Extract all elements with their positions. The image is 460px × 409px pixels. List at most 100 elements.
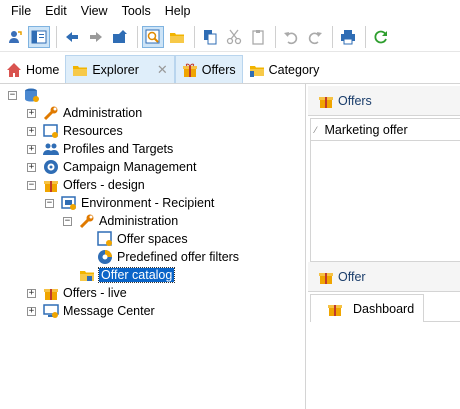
tree-item-sub-administration[interactable]: Administration xyxy=(79,212,178,230)
tree-item-administration[interactable]: Administration xyxy=(43,104,142,122)
arrow-left-icon xyxy=(66,31,78,42)
back-button[interactable] xyxy=(61,26,83,48)
tree-item-label: Offers - design xyxy=(63,178,145,192)
toolbar-separator xyxy=(275,25,276,48)
folder-icon xyxy=(170,32,184,43)
menu-file[interactable]: File xyxy=(4,0,38,22)
expand-toggle[interactable]: + xyxy=(27,289,36,298)
expand-toggle[interactable]: + xyxy=(27,145,36,154)
tree-item-label: Campaign Management xyxy=(63,160,197,174)
column-header-marketing-offer[interactable]: ⁄ Marketing offer xyxy=(311,119,460,141)
tree-item-label: Administration xyxy=(99,214,179,228)
redo-button[interactable] xyxy=(304,26,326,48)
tab-divider xyxy=(424,321,460,322)
tree-item-environment-recipient[interactable]: Environment - Recipient xyxy=(61,194,214,212)
gift-icon xyxy=(182,63,197,77)
open-folder-button[interactable] xyxy=(166,26,188,48)
tab-bar: Home Explorer ✕ Offers Category xyxy=(0,55,460,84)
collapse-toggle[interactable]: − xyxy=(45,199,54,208)
panel-icon xyxy=(31,30,47,43)
tab-explorer-label: Explorer xyxy=(92,62,139,77)
monitor-icon xyxy=(43,303,59,319)
tree-item-label: Offer catalog xyxy=(97,267,176,283)
tab-category[interactable]: Category xyxy=(243,57,326,83)
campaign-icon xyxy=(43,159,59,175)
gift-icon xyxy=(43,177,59,193)
tab-dashboard[interactable]: Dashboard xyxy=(310,294,424,322)
folder-up-icon xyxy=(113,29,127,43)
redo-icon xyxy=(308,31,322,44)
tab-dashboard-label: Dashboard xyxy=(353,301,415,316)
tab-offers[interactable]: Offers xyxy=(174,55,243,83)
offers-panel-title: Offers xyxy=(338,93,372,108)
menu-edit[interactable]: Edit xyxy=(38,0,74,22)
print-button[interactable] xyxy=(337,26,359,48)
gift-icon xyxy=(319,96,333,108)
tree-item-label: Resources xyxy=(63,124,123,138)
user-icon xyxy=(9,30,22,43)
tree-item-offer-catalog[interactable]: Offer catalog xyxy=(79,266,176,284)
toolbar-separator xyxy=(56,25,57,48)
paste-button[interactable] xyxy=(247,26,269,48)
tree-item-campaign-management[interactable]: Campaign Management xyxy=(43,158,196,176)
tree-item-label: Message Center xyxy=(63,304,155,318)
forward-button[interactable] xyxy=(85,26,107,48)
expand-toggle[interactable]: + xyxy=(27,109,36,118)
copy-button[interactable] xyxy=(199,26,221,48)
collapse-toggle[interactable]: − xyxy=(8,91,17,100)
printer-icon xyxy=(341,29,355,44)
menu-help[interactable]: Help xyxy=(158,0,198,22)
paste-icon xyxy=(252,29,264,45)
resources-icon xyxy=(43,123,59,139)
offers-list[interactable]: ⁄ Marketing offer xyxy=(310,118,460,262)
tab-home[interactable]: Home xyxy=(0,57,65,83)
explorer-view-button[interactable] xyxy=(28,25,50,48)
collapse-toggle[interactable]: − xyxy=(63,217,72,226)
tree-item-offers-design[interactable]: Offers - design xyxy=(43,176,145,194)
folder-icon xyxy=(73,65,88,76)
tree-item-profiles-and-targets[interactable]: Profiles and Targets xyxy=(43,140,173,158)
tab-category-label: Category xyxy=(268,63,320,77)
collapse-toggle[interactable]: − xyxy=(27,181,36,190)
wrench-icon xyxy=(79,213,95,229)
refresh-button[interactable] xyxy=(370,26,392,48)
find-button[interactable] xyxy=(142,25,164,48)
gift-icon xyxy=(43,285,59,301)
menu-tools[interactable]: Tools xyxy=(115,0,158,22)
tree-item-label: Administration xyxy=(63,106,143,120)
tree-item-label: Offer spaces xyxy=(117,232,188,246)
undo-button[interactable] xyxy=(280,26,302,48)
tree-item-predefined-offer-filters[interactable]: Predefined offer filters xyxy=(97,248,239,266)
sort-icon: ⁄ xyxy=(315,124,317,135)
tab-offers-label: Offers xyxy=(201,62,236,77)
close-icon[interactable]: ✕ xyxy=(157,62,168,78)
parent-folder-button[interactable] xyxy=(109,26,131,48)
tree-item-offer-spaces[interactable]: Offer spaces xyxy=(97,230,188,248)
tree-item-label: Predefined offer filters xyxy=(117,250,240,264)
expand-toggle[interactable]: + xyxy=(27,127,36,136)
folder-category-icon xyxy=(249,66,264,77)
database-root-icon[interactable] xyxy=(24,87,40,103)
tab-explorer[interactable]: Explorer ✕ xyxy=(65,55,175,83)
column-header-label: Marketing offer xyxy=(324,122,408,137)
tree-item-label: Environment - Recipient xyxy=(81,196,215,210)
expand-toggle[interactable]: + xyxy=(27,163,36,172)
tree-item-message-center[interactable]: Message Center xyxy=(43,302,155,320)
tree-item-offers-live[interactable]: Offers - live xyxy=(43,284,127,302)
toolbar-separator xyxy=(137,25,138,48)
refresh-icon xyxy=(374,30,387,43)
expand-toggle[interactable]: + xyxy=(27,307,36,316)
gift-icon xyxy=(328,304,342,316)
user-login-button[interactable] xyxy=(4,26,26,48)
tree-item-resources[interactable]: Resources xyxy=(43,122,123,140)
menu-view[interactable]: View xyxy=(74,0,115,22)
copy-icon xyxy=(204,29,217,44)
wrench-icon xyxy=(43,105,59,121)
detail-pane: Offers ⁄ Marketing offer Offer Dashboard xyxy=(308,84,460,409)
home-icon xyxy=(7,63,21,77)
tree-item-label: Profiles and Targets xyxy=(63,142,174,156)
cut-button[interactable] xyxy=(223,26,245,48)
toolbar xyxy=(0,22,460,52)
offer-panel-title: Offer xyxy=(338,269,366,284)
toolbar-separator xyxy=(194,25,195,48)
